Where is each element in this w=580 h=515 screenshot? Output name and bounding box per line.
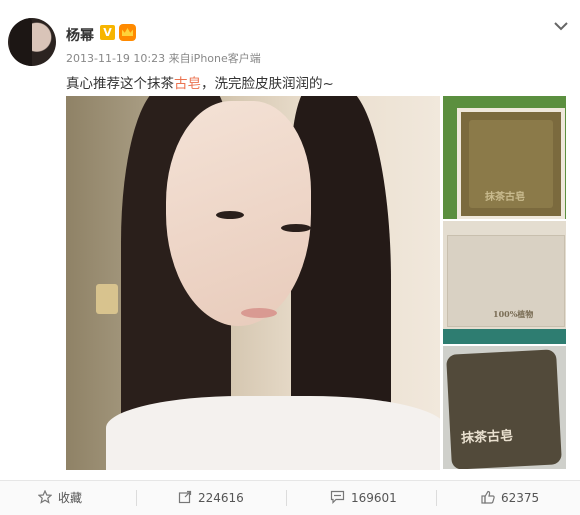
post-text-after: ，洗完脸皮肤润润的~: [201, 76, 334, 92]
share-icon: [178, 490, 192, 504]
chevron-down-icon[interactable]: [553, 20, 569, 32]
user-name[interactable]: 杨幂: [66, 25, 94, 45]
post-text-highlight: 古皂: [174, 76, 201, 92]
source-prefix: 来自: [168, 52, 191, 65]
eye-shape: [281, 224, 311, 232]
avatar[interactable]: [8, 18, 56, 66]
favorite-label: 收藏: [58, 491, 83, 505]
comment-button[interactable]: 169601: [330, 481, 397, 515]
thumbnail-soap-bar[interactable]: 抹茶古皂: [443, 346, 566, 469]
post-text: 真心推荐这个抹茶古皂，洗完脸皮肤润润的~: [66, 72, 334, 92]
source-client[interactable]: iPhone客户端: [191, 52, 261, 65]
thumbnail-soap-box[interactable]: 抹茶古皂: [443, 96, 566, 219]
thumbnail-label: 抹茶古皂: [485, 192, 525, 203]
post-meta: 2013-11-19 10:23 来自iPhone客户端: [66, 50, 261, 66]
repost-button[interactable]: 224616: [178, 481, 244, 515]
divider: [436, 490, 437, 506]
thumbs-up-icon: [481, 490, 495, 504]
package-stripe: [443, 329, 566, 344]
divider: [286, 490, 287, 506]
comment-count: 169601: [351, 491, 397, 505]
divider: [136, 490, 137, 506]
thumbnail-package[interactable]: 100%植物: [443, 221, 566, 344]
action-bar: 收藏 224616 169601 62375: [0, 480, 580, 515]
lips-shape: [241, 308, 277, 318]
thumbnail-label: 100%植物: [493, 309, 534, 319]
main-photo[interactable]: [66, 96, 440, 470]
shirt-shape: [106, 396, 440, 470]
repost-count: 224616: [198, 491, 244, 505]
crown-icon[interactable]: [119, 24, 136, 41]
eye-shape: [216, 211, 244, 219]
star-icon: [38, 490, 52, 504]
soap-bar-shape: [446, 349, 562, 469]
thumbnail-label: 抹茶古皂: [460, 428, 514, 447]
favorite-button[interactable]: 收藏: [38, 481, 82, 515]
lamp-shape: [96, 284, 118, 314]
timestamp[interactable]: 2013-11-19 10:23: [66, 52, 165, 65]
post-text-before: 真心推荐这个抹茶: [66, 76, 174, 92]
like-count: 62375: [501, 491, 540, 505]
verified-icon: V: [100, 25, 115, 40]
like-button[interactable]: 62375: [481, 481, 539, 515]
comment-icon: [330, 490, 345, 504]
